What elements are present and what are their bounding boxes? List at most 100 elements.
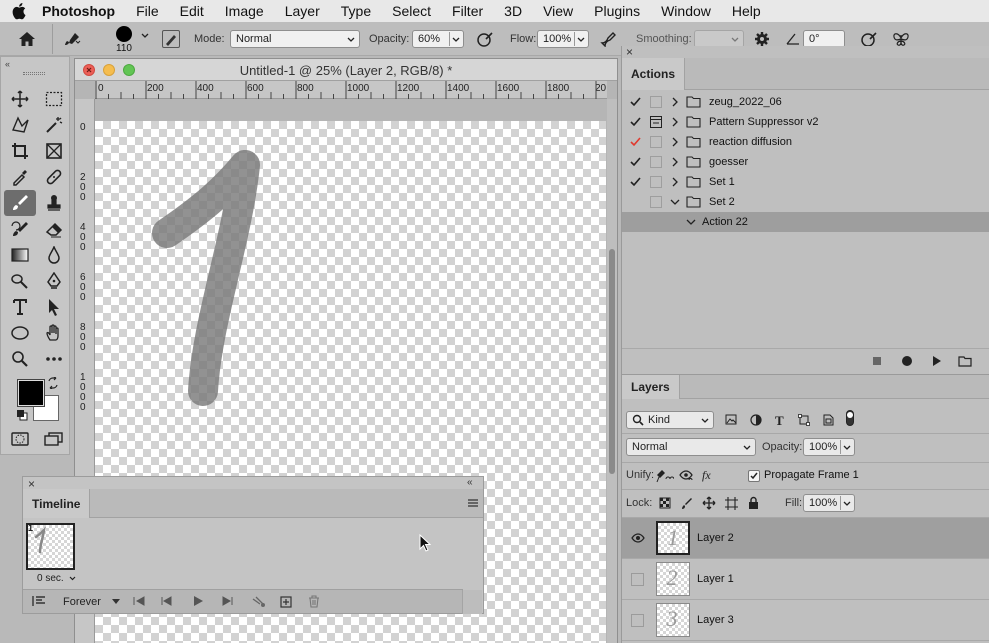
action-set-row[interactable]: Set 2	[622, 192, 989, 212]
visibility-toggle-box[interactable]	[631, 573, 644, 586]
convert-timeline-icon[interactable]	[32, 595, 46, 607]
dialog-toggle-box[interactable]	[650, 176, 662, 188]
menu-help[interactable]: Help	[732, 3, 761, 19]
home-icon[interactable]	[18, 31, 36, 47]
action-set-row[interactable]: goesser	[622, 152, 989, 172]
lasso-tool-icon[interactable]	[7, 113, 33, 137]
lock-position-icon[interactable]	[702, 496, 716, 510]
brush-preview-icon[interactable]	[116, 26, 132, 42]
layer-thumbnail[interactable]: 2	[656, 562, 690, 596]
chevron-down-icon[interactable]	[69, 576, 76, 581]
stop-icon[interactable]	[873, 357, 881, 365]
dialog-toggle-box[interactable]	[650, 196, 662, 208]
layer-opacity-field[interactable]: 100%	[803, 438, 855, 456]
history-brush-tool-icon[interactable]	[7, 217, 33, 241]
quick-mask-icon[interactable]	[7, 427, 33, 451]
chevron-down-icon[interactable]	[686, 217, 696, 227]
chevron-right-icon[interactable]	[670, 177, 680, 187]
foreground-color-swatch[interactable]	[17, 379, 45, 407]
first-frame-icon[interactable]	[133, 596, 145, 606]
screen-mode-icon[interactable]	[41, 427, 67, 451]
menu-file[interactable]: File	[136, 3, 159, 19]
pen-tool-icon[interactable]	[41, 269, 67, 293]
brush-picker-chevron-icon[interactable]	[141, 33, 149, 39]
hand-tool-icon[interactable]	[41, 321, 67, 345]
menu-view[interactable]: View	[543, 3, 573, 19]
next-frame-icon[interactable]	[221, 596, 233, 606]
layer-thumbnail[interactable]: 1	[656, 521, 690, 555]
eyedropper-tool-icon[interactable]	[7, 165, 33, 189]
default-colors-icon[interactable]	[16, 409, 28, 421]
chevron-right-icon[interactable]	[670, 97, 680, 107]
close-panel-icon[interactable]: ×	[626, 45, 633, 59]
menu-edit[interactable]: Edit	[180, 3, 204, 19]
lock-artboard-icon[interactable]	[725, 497, 738, 510]
crop-tool-icon[interactable]	[7, 139, 33, 163]
ellipse-tool-icon[interactable]	[7, 321, 33, 345]
dialog-toggle-icon[interactable]	[650, 116, 662, 128]
menu-layer[interactable]: Layer	[285, 3, 320, 19]
record-icon[interactable]	[902, 356, 912, 366]
collapse-panel-icon[interactable]: «	[5, 59, 10, 69]
visibility-toggle-box[interactable]	[631, 614, 644, 627]
type-tool-icon[interactable]	[7, 295, 33, 319]
chevron-down-icon[interactable]	[574, 32, 586, 46]
menu-select[interactable]: Select	[392, 3, 431, 19]
chevron-right-icon[interactable]	[670, 137, 680, 147]
gear-icon[interactable]	[754, 31, 770, 47]
zoom-tool-icon[interactable]	[7, 347, 33, 371]
clone-stamp-tool-icon[interactable]	[41, 191, 67, 215]
opacity-field[interactable]: 60%	[412, 30, 464, 48]
chevron-down-icon[interactable]	[670, 197, 680, 207]
panel-grip[interactable]	[23, 72, 45, 75]
marquee-tool-icon[interactable]	[41, 87, 67, 111]
filter-kind-select[interactable]: Kind	[626, 411, 714, 429]
chevron-right-icon[interactable]	[670, 117, 680, 127]
more-tools-icon[interactable]	[41, 347, 67, 371]
adjustment-layer-filter-icon[interactable]	[750, 414, 762, 426]
pressure-opacity-icon[interactable]	[476, 31, 494, 47]
timeline-resize-area[interactable]	[462, 590, 482, 614]
chevron-down-icon[interactable]	[449, 32, 461, 46]
app-name-menu[interactable]: Photoshop	[42, 3, 115, 19]
magic-wand-tool-icon[interactable]	[41, 113, 67, 137]
menu-window[interactable]: Window	[661, 3, 711, 19]
dialog-toggle-box[interactable]	[650, 96, 662, 108]
scrollbar-thumb[interactable]	[609, 249, 615, 474]
unify-position-icon[interactable]	[656, 469, 674, 483]
action-set-row[interactable]: reaction diffusion	[622, 132, 989, 152]
tween-icon[interactable]	[252, 596, 266, 608]
unify-style-icon[interactable]: fx	[702, 468, 711, 483]
eye-icon[interactable]	[631, 532, 645, 544]
menu-image[interactable]: Image	[225, 3, 264, 19]
action-set-row[interactable]: zeug_2022_06	[622, 92, 989, 112]
chevron-right-icon[interactable]	[670, 157, 680, 167]
move-tool-icon[interactable]	[7, 87, 33, 111]
layer-row[interactable]: 2 Layer 1	[622, 559, 989, 600]
smart-object-filter-icon[interactable]	[822, 414, 834, 426]
layer-row[interactable]: 1 Layer 2	[622, 518, 989, 559]
chevron-down-icon[interactable]	[840, 496, 852, 510]
dialog-toggle-box[interactable]	[650, 216, 662, 228]
menu-filter[interactable]: Filter	[452, 3, 483, 19]
filter-toggle-switch[interactable]	[846, 410, 854, 426]
dialog-toggle-box[interactable]	[650, 156, 662, 168]
checkmark-icon[interactable]	[630, 156, 641, 167]
delete-frame-icon[interactable]	[308, 595, 320, 608]
layers-tab[interactable]: Layers	[622, 375, 680, 399]
play-selection-icon[interactable]	[932, 355, 942, 367]
loop-option-value[interactable]: Forever	[63, 596, 101, 608]
collapse-panel-icon[interactable]: «	[467, 477, 473, 488]
menu-type[interactable]: Type	[341, 3, 371, 19]
new-set-folder-icon[interactable]	[958, 355, 972, 367]
shape-layer-filter-icon[interactable]	[798, 414, 810, 426]
checkmark-icon[interactable]	[630, 96, 641, 107]
gradient-tool-icon[interactable]	[7, 243, 33, 267]
horizontal-ruler[interactable]: 0 200 400 600 800 1000 1200 1400 1600 18…	[95, 81, 607, 99]
pixel-layer-filter-icon[interactable]	[725, 414, 737, 425]
path-selection-tool-icon[interactable]	[41, 295, 67, 319]
fill-field[interactable]: 100%	[803, 494, 855, 512]
action-set-row[interactable]: Pattern Suppressor v2	[622, 112, 989, 132]
menu-plugins[interactable]: Plugins	[594, 3, 640, 19]
chevron-down-icon[interactable]	[112, 599, 120, 605]
